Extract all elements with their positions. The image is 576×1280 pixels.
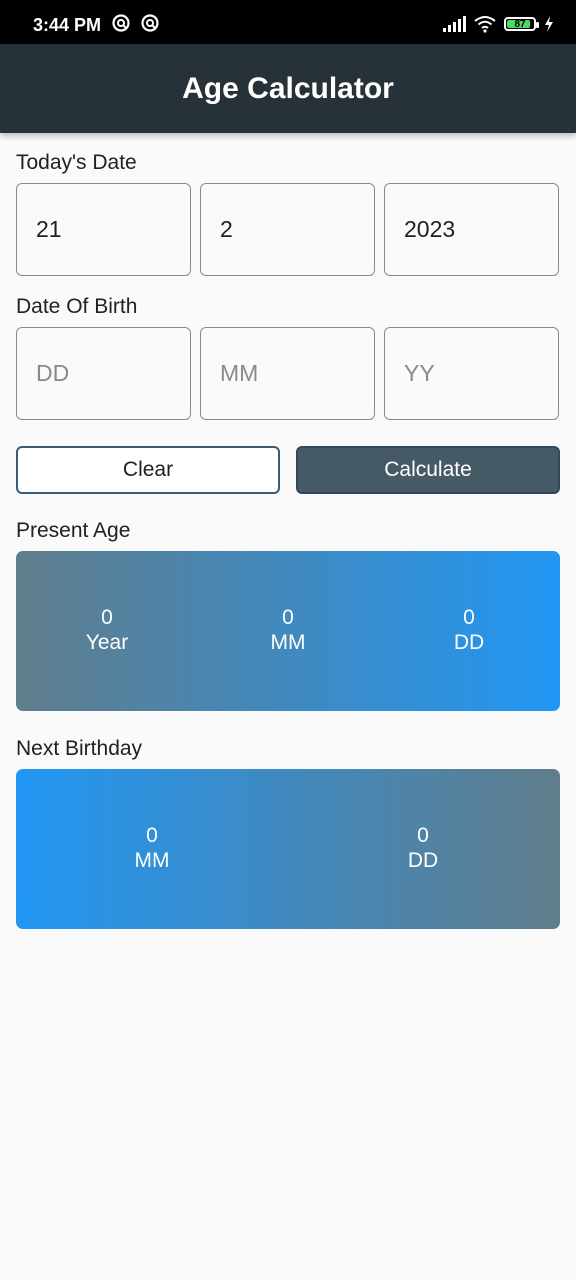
battery-level: 87	[514, 18, 526, 30]
next-birthday-days: 0 DD	[363, 823, 483, 873]
today-day-field[interactable]: 21	[16, 183, 191, 276]
present-age-card: 0 Year 0 MM 0 DD	[16, 551, 560, 711]
present-age-months-value: 0	[282, 606, 294, 629]
present-age-years-value: 0	[101, 606, 113, 629]
present-age-label: Present Age	[16, 519, 131, 542]
app-bar: Age Calculator	[0, 44, 576, 133]
next-birthday-months-label: MM	[134, 849, 170, 872]
app-title: Age Calculator	[182, 71, 394, 105]
present-age-days: 0 DD	[409, 605, 529, 655]
birth-month-field[interactable]: MM	[200, 327, 375, 420]
signal-icon	[443, 16, 466, 32]
next-birthday-card: 0 MM 0 DD	[16, 769, 560, 929]
next-birthday-label: Next Birthday	[16, 737, 143, 760]
todays-date-label: Today's Date	[16, 151, 137, 174]
next-birthday-months-value: 0	[146, 824, 158, 847]
present-age-years-label: Year	[85, 631, 129, 654]
next-birthday-months: 0 MM	[92, 823, 212, 873]
battery-icon: 87	[504, 17, 539, 31]
present-age-months: 0 MM	[228, 605, 348, 655]
birth-year-field[interactable]: YY	[384, 327, 559, 420]
today-year-field[interactable]: 2023	[384, 183, 559, 276]
clear-button[interactable]: Clear	[16, 446, 280, 494]
present-age-years: 0 Year	[47, 605, 167, 655]
present-age-days-value: 0	[463, 606, 475, 629]
date-of-birth-label: Date Of Birth	[16, 295, 138, 318]
next-birthday-days-value: 0	[417, 824, 429, 847]
wifi-icon	[474, 16, 496, 33]
calculate-button[interactable]: Calculate	[296, 446, 560, 494]
notification-icon	[112, 14, 130, 32]
status-bar: 3:44 PM 87	[0, 0, 576, 44]
charging-icon	[545, 16, 553, 32]
present-age-months-label: MM	[270, 631, 306, 654]
birth-day-field[interactable]: DD	[16, 327, 191, 420]
next-birthday-days-label: DD	[407, 849, 439, 872]
status-time: 3:44 PM	[33, 15, 102, 35]
present-age-days-label: DD	[453, 631, 485, 654]
today-month-field[interactable]: 2	[200, 183, 375, 276]
notification-icon	[141, 14, 159, 32]
